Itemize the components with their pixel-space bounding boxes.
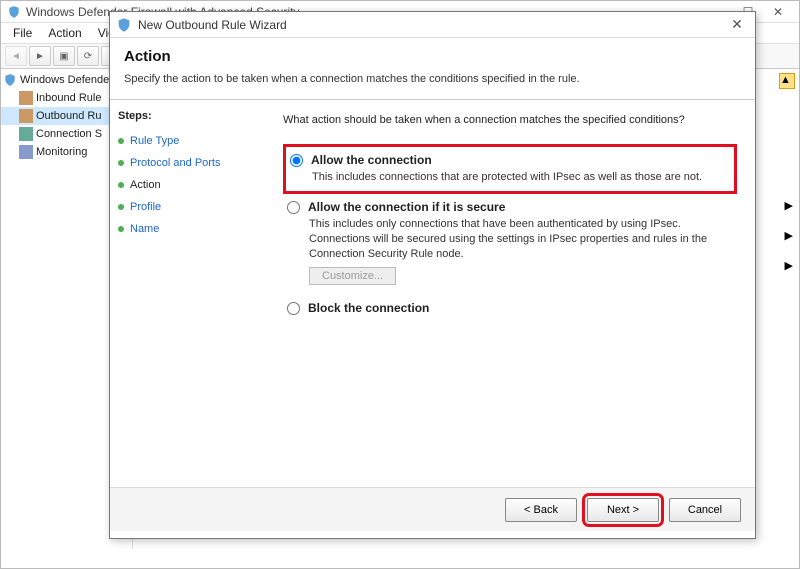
option-block-label[interactable]: Block the connection: [287, 301, 737, 315]
wizard-body: Steps: Rule Type Protocol and Ports Acti…: [110, 99, 755, 487]
wizard-content: What action should be taken when a conne…: [265, 100, 755, 487]
step-dot-icon: [118, 160, 124, 166]
step-link[interactable]: Profile: [130, 201, 161, 213]
wizard-header: Action Specify the action to be taken wh…: [110, 38, 755, 99]
option-title: Block the connection: [308, 301, 429, 315]
wizard-dialog: New Outbound Rule Wizard ✕ Action Specif…: [109, 11, 756, 539]
step-link[interactable]: Name: [130, 223, 159, 235]
option-allow-label[interactable]: Allow the connection: [290, 153, 730, 167]
step-action[interactable]: Action: [118, 174, 257, 196]
inbound-icon: [19, 91, 33, 105]
step-link[interactable]: Rule Type: [130, 135, 179, 147]
firewall-icon: [7, 5, 21, 19]
wizard-titlebar: New Outbound Rule Wizard ✕: [110, 12, 755, 38]
option-title: Allow the connection if it is secure: [308, 200, 505, 214]
shield-icon: [3, 73, 17, 87]
step-link[interactable]: Protocol and Ports: [130, 157, 221, 169]
tree-item-label: Inbound Rule: [36, 92, 101, 104]
tree-item-label: Outbound Ru: [36, 110, 101, 122]
option-block: Block the connection: [283, 301, 737, 315]
wizard-heading: Action: [124, 48, 741, 65]
wizard-title: New Outbound Rule Wizard: [138, 18, 725, 32]
option-desc: This includes connections that are prote…: [312, 170, 730, 185]
step-profile[interactable]: Profile: [118, 196, 257, 218]
wizard-question: What action should be taken when a conne…: [283, 114, 737, 126]
option-allow-radio[interactable]: [290, 154, 303, 167]
toolbar-refresh-button[interactable]: ⟳: [77, 46, 99, 66]
option-block-radio[interactable]: [287, 302, 300, 315]
option-allow-secure-radio[interactable]: [287, 201, 300, 214]
expand-arrow-icon[interactable]: ▶: [785, 259, 793, 272]
expand-arrow-icon[interactable]: ▶: [785, 229, 793, 242]
nav-forward-button[interactable]: ►: [29, 46, 51, 66]
customize-button: Customize...: [309, 267, 396, 285]
wizard-icon: [116, 17, 132, 33]
tree-item-label: Connection S: [36, 128, 102, 140]
option-desc: This includes only connections that have…: [309, 217, 737, 262]
step-dot-icon: [118, 182, 124, 188]
wizard-subheading: Specify the action to be taken when a co…: [124, 73, 741, 85]
next-button[interactable]: Next >: [587, 498, 659, 522]
scroll-up-button[interactable]: ▲: [779, 73, 795, 89]
menu-action[interactable]: Action: [40, 24, 89, 42]
option-allow-secure: Allow the connection if it is secure Thi…: [283, 200, 737, 286]
nav-back-button[interactable]: ◄: [5, 46, 27, 66]
monitoring-icon: [19, 145, 33, 159]
step-dot-icon: [118, 138, 124, 144]
wizard-steps-panel: Steps: Rule Type Protocol and Ports Acti…: [110, 100, 265, 487]
tree-root-label: Windows Defender: [20, 74, 113, 86]
steps-label: Steps:: [118, 110, 257, 122]
option-allow-secure-label[interactable]: Allow the connection if it is secure: [287, 200, 737, 214]
step-dot-icon: [118, 226, 124, 232]
expand-arrow-icon[interactable]: ▶: [785, 199, 793, 212]
back-button[interactable]: < Back: [505, 498, 577, 522]
option-allow: Allow the connection This includes conne…: [283, 144, 737, 194]
menu-file[interactable]: File: [5, 24, 40, 42]
toolbar-folder-button[interactable]: ▣: [53, 46, 75, 66]
wizard-close-button[interactable]: ✕: [725, 16, 749, 33]
tree-item-label: Monitoring: [36, 146, 87, 158]
option-title: Allow the connection: [311, 153, 432, 167]
connection-icon: [19, 127, 33, 141]
close-button[interactable]: ✕: [763, 5, 793, 19]
outbound-icon: [19, 109, 33, 123]
step-protocol-ports[interactable]: Protocol and Ports: [118, 152, 257, 174]
step-link[interactable]: Action: [130, 179, 161, 191]
wizard-footer: < Back Next > Cancel: [110, 487, 755, 531]
step-rule-type[interactable]: Rule Type: [118, 130, 257, 152]
cancel-button[interactable]: Cancel: [669, 498, 741, 522]
step-name[interactable]: Name: [118, 218, 257, 240]
step-dot-icon: [118, 204, 124, 210]
